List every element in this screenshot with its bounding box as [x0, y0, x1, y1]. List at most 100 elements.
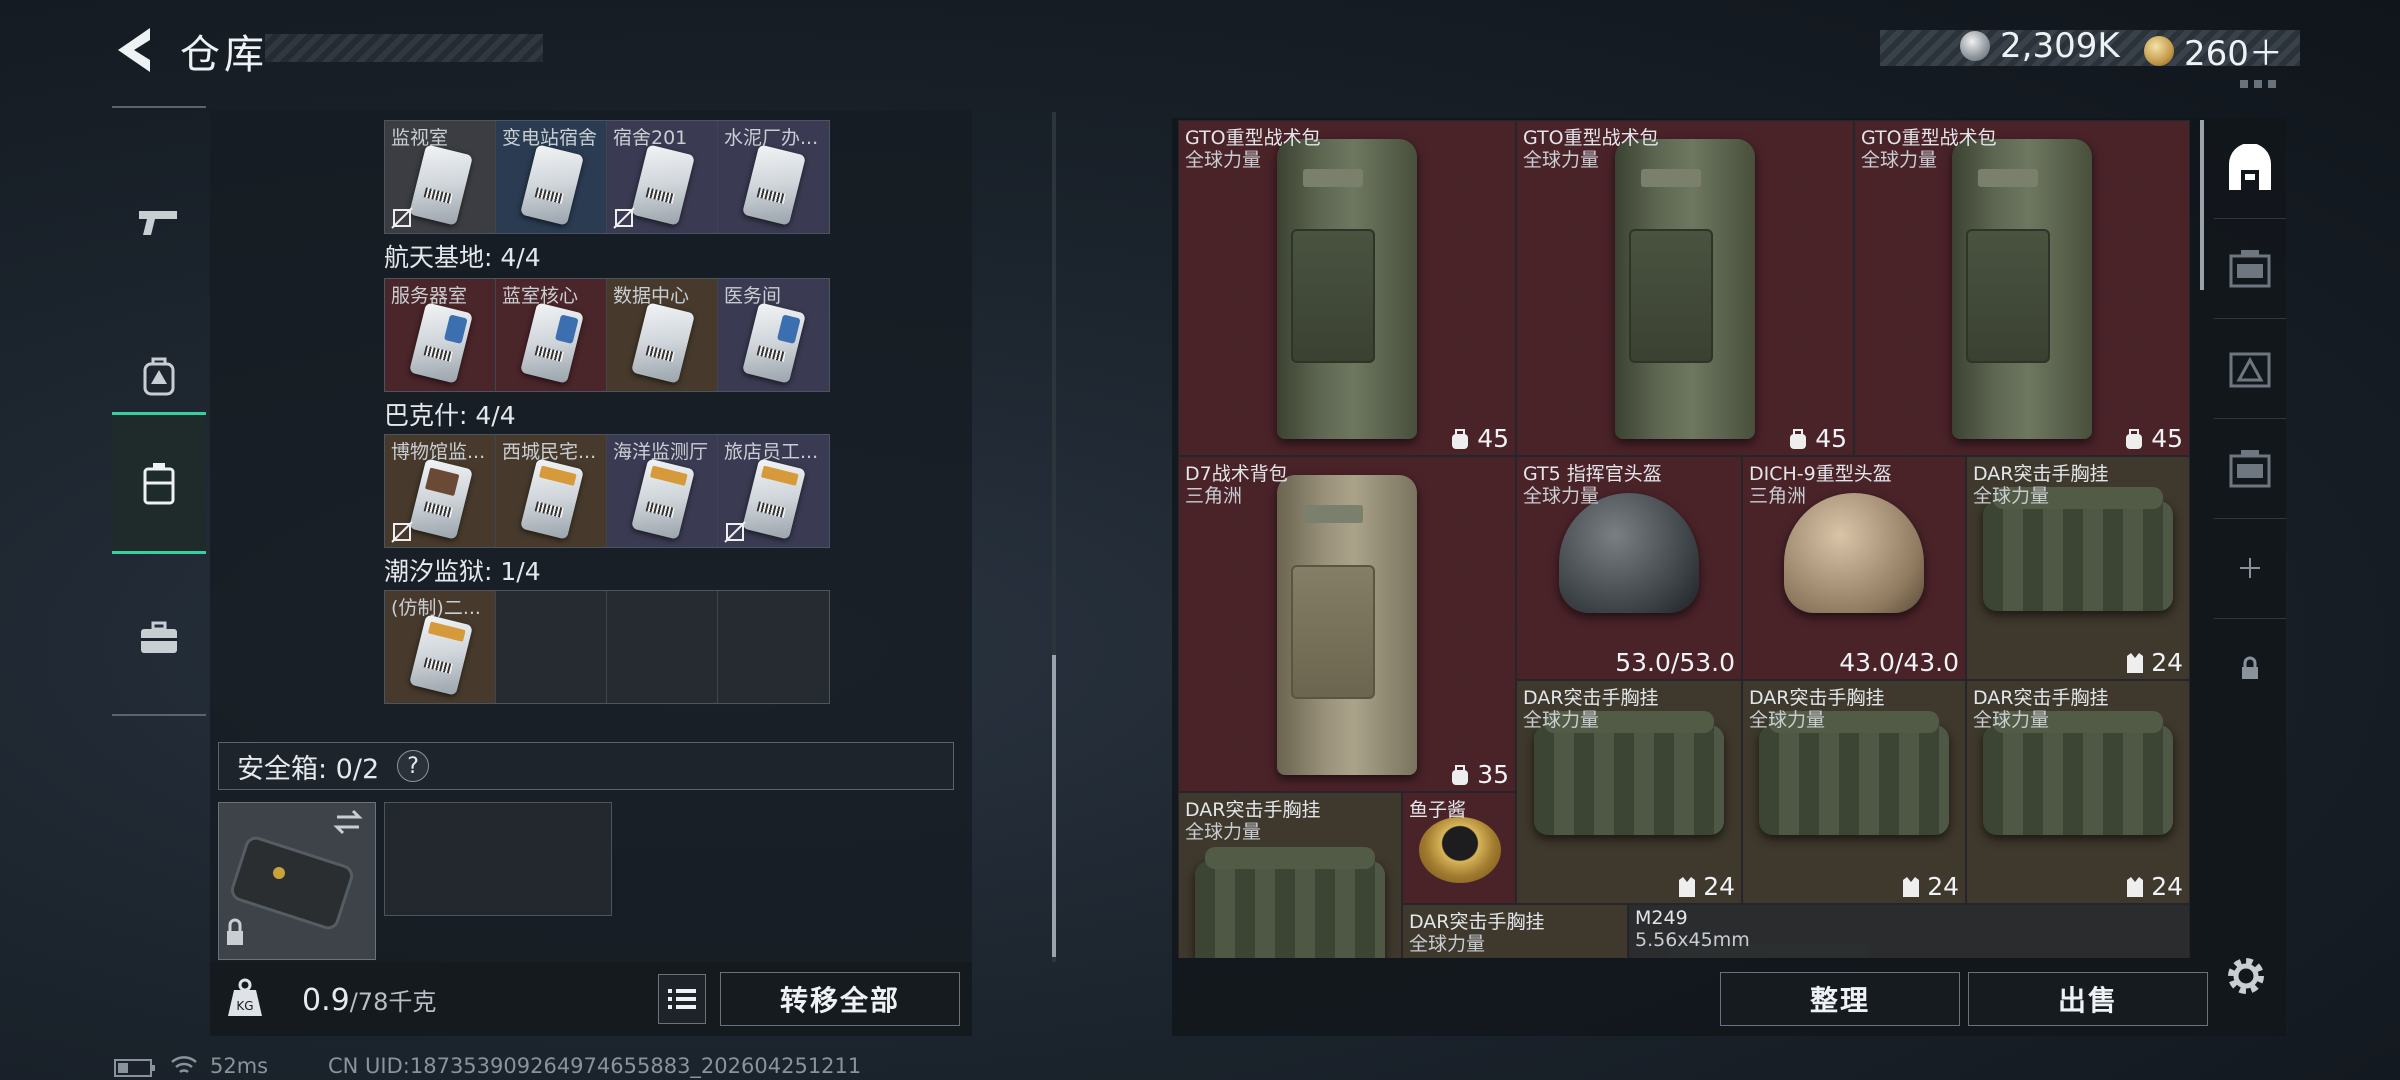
keycard-slot[interactable]: 变电站宿舍 — [496, 121, 607, 233]
keycard-slot[interactable]: 医务间 — [718, 279, 829, 391]
svg-text:KG: KG — [236, 999, 253, 1013]
stash-item[interactable]: GTO重型战术包 全球力量 45 — [1178, 120, 1516, 456]
vest-icon — [2127, 652, 2144, 673]
panel-scrollbar-thumb[interactable] — [1052, 655, 1056, 957]
safe-box-empty-slot[interactable] — [384, 802, 612, 916]
locked-tab[interactable] — [2214, 618, 2286, 718]
unavailable-icon — [391, 521, 413, 543]
back-button[interactable] — [110, 24, 158, 76]
nav-weapons[interactable] — [112, 154, 206, 290]
nav-storage[interactable] — [112, 412, 206, 554]
keycard-slot[interactable]: 海洋监测厅 — [607, 435, 718, 547]
safe-box-slot[interactable] — [218, 802, 376, 960]
stash-scrollbar-thumb[interactable] — [2200, 120, 2204, 290]
stash-page-tabs — [2214, 118, 2286, 718]
stash-item[interactable]: DAR突击手胸挂 全球力量 — [1178, 792, 1402, 958]
safe-box-label: 安全箱: 0/2 — [237, 753, 380, 785]
list-icon — [668, 989, 696, 1009]
keycard-slot-empty[interactable] — [607, 591, 718, 703]
vest-icon — [1679, 876, 1696, 897]
crate-icon — [2229, 450, 2271, 488]
keycard-slot[interactable]: 水泥厂办... — [718, 121, 829, 233]
crate-icon — [2229, 250, 2271, 288]
keycard-slot[interactable]: (仿制)二... — [385, 591, 496, 703]
capacity-icon — [1790, 428, 1807, 449]
keycard-grid-top: 监视室 变电站宿舍 宿舍201 水泥厂办... — [384, 120, 830, 234]
silver-currency: 2,309K — [1960, 26, 2120, 66]
keycard-slot[interactable]: 服务器室 — [385, 279, 496, 391]
sort-button[interactable]: 整理 — [1720, 972, 1960, 1026]
capacity-icon — [2126, 428, 2143, 449]
sell-button[interactable]: 出售 — [1968, 972, 2208, 1026]
vest-icon — [1903, 876, 1920, 897]
keycard-slot-empty[interactable] — [496, 591, 607, 703]
silver-coin-icon — [1960, 31, 1990, 61]
unavailable-icon — [391, 207, 413, 229]
vest-icon — [2127, 876, 2144, 897]
lock-icon — [2242, 656, 2258, 679]
stash-tab-4[interactable] — [2214, 418, 2286, 519]
pistol-icon — [139, 211, 177, 235]
keycard-slot-empty[interactable] — [718, 591, 829, 703]
unavailable-icon — [613, 207, 635, 229]
stash-item[interactable]: GT5 指挥官头盔 全球力量 53.0/53.0 — [1516, 456, 1742, 680]
gold-currency[interactable]: 260＋ — [2144, 26, 2283, 75]
stash-tab-2[interactable] — [2214, 218, 2286, 319]
keycard-grid: (仿制)二... — [384, 590, 830, 704]
page-title: 仓库 — [180, 32, 268, 78]
location-title: 潮汐监狱: 1/4 — [384, 557, 541, 586]
keycard-slot[interactable]: 蓝室核心 — [496, 279, 607, 391]
settings-icon[interactable] — [2222, 952, 2270, 1000]
keycard-slot[interactable]: 西城民宅... — [496, 435, 607, 547]
stash-item[interactable]: GTO重型战术包 全球力量 45 — [1516, 120, 1854, 456]
stash-item[interactable]: DAR突击手胸挂 全球力量 — [1402, 904, 1628, 958]
stash-item[interactable]: DAR突击手胸挂 全球力量 24 — [1966, 456, 2190, 680]
help-icon[interactable]: ? — [397, 750, 430, 782]
gold-coin-icon — [2144, 35, 2174, 66]
warehouse-icon — [2229, 144, 2271, 190]
keycard-grid: 博物馆监... 西城民宅... 海洋监测厅 旅店员工... — [384, 434, 830, 548]
stash-item[interactable]: 鱼子酱 — [1402, 792, 1516, 904]
backpack-icon — [143, 357, 175, 396]
grid-menu-icon[interactable] — [2240, 76, 2280, 92]
keycard-slot[interactable]: 数据中心 — [607, 279, 718, 391]
keycard-slot[interactable]: 监视室 — [385, 121, 496, 233]
hazard-crate-icon — [2229, 352, 2271, 388]
silver-amount: 2,309K — [2000, 26, 2120, 66]
stash-tab-main[interactable] — [2214, 118, 2286, 219]
nav-tools[interactable] — [112, 570, 206, 706]
list-view-button[interactable] — [658, 974, 706, 1024]
weight-readout: 0.9/78千克 — [302, 983, 437, 1018]
keycard-grid: 服务器室 蓝室核心 数据中心 医务间 — [384, 278, 830, 392]
stash-item[interactable]: DAR突击手胸挂 全球力量 24 — [1966, 680, 2190, 904]
safe-box-header: 安全箱: 0/2 ? — [218, 742, 954, 790]
stash-item[interactable]: DICH-9重型头盔 三角洲 43.0/43.0 — [1742, 456, 1966, 680]
stash-tab-3[interactable] — [2214, 318, 2286, 419]
location-title: 巴克什: 4/4 — [384, 401, 516, 430]
battery-icon — [114, 1059, 155, 1077]
stash-item[interactable]: M249 5.56x45mm — [1628, 904, 2190, 958]
keycard-slot[interactable]: 旅店员工... — [718, 435, 829, 547]
case-icon — [143, 463, 175, 505]
capacity-icon — [1452, 764, 1469, 785]
safe-case-icon — [227, 809, 363, 945]
stash-item[interactable]: GTO重型战术包 全球力量 45 — [1854, 120, 2190, 456]
keycard-slot[interactable]: 博物馆监... — [385, 435, 496, 547]
add-tab-button[interactable] — [2214, 518, 2286, 619]
wifi-icon — [171, 1056, 197, 1074]
capacity-icon — [1452, 428, 1469, 449]
unavailable-icon — [724, 521, 746, 543]
ping-text: 52ms — [210, 1054, 269, 1078]
uid-text: CN UID:187353909264974655883_20260425121… — [328, 1054, 862, 1078]
stash-item[interactable]: D7战术背包 三角洲 35 — [1178, 456, 1516, 792]
stash-item[interactable]: DAR突击手胸挂 全球力量 24 — [1516, 680, 1742, 904]
title-stripe — [265, 34, 543, 62]
location-title: 航天基地: 4/4 — [384, 243, 541, 272]
keycard-slot[interactable]: 宿舍201 — [607, 121, 718, 233]
transfer-all-button[interactable]: 转移全部 — [720, 972, 960, 1026]
gold-amount: 260＋ — [2184, 34, 2283, 74]
toolbox-icon — [141, 621, 177, 653]
plus-icon — [2240, 558, 2260, 578]
stash-item[interactable]: DAR突击手胸挂 全球力量 24 — [1742, 680, 1966, 904]
category-nav — [112, 106, 206, 716]
